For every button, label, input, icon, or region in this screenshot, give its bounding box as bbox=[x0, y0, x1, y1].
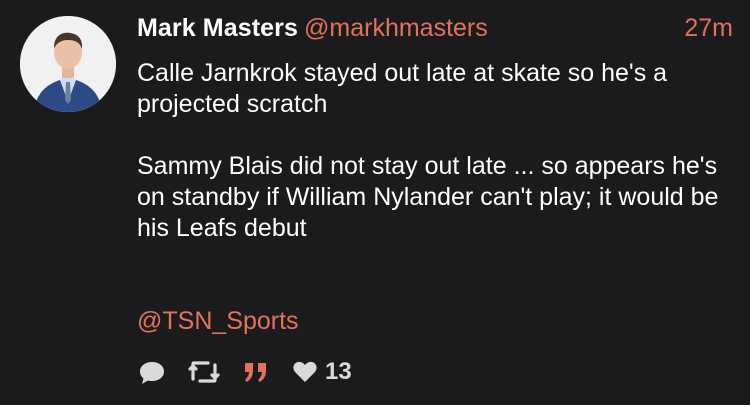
tweet-paragraph-2: Sammy Blais did not stay out late ... so… bbox=[137, 152, 719, 242]
like-button[interactable]: 13 bbox=[291, 358, 352, 386]
reply-button[interactable] bbox=[137, 357, 167, 387]
retweet-icon bbox=[187, 357, 221, 387]
tweet-actions: 13 bbox=[137, 356, 372, 388]
like-count: 13 bbox=[325, 358, 352, 385]
author-name[interactable]: Mark Masters bbox=[137, 14, 298, 42]
tweet-header: Mark Masters @markhmasters 27m bbox=[137, 14, 733, 48]
mention-link[interactable]: @TSN_Sports bbox=[137, 307, 299, 336]
tweet-paragraph-1: Calle Jarnkrok stayed out late at skate … bbox=[137, 59, 668, 118]
tweet-card: Mark Masters @markhmasters 27m Calle Jarn… bbox=[0, 0, 750, 405]
quote-button[interactable] bbox=[241, 357, 271, 387]
author-handle[interactable]: @markhmasters bbox=[304, 14, 488, 42]
quote-icon bbox=[241, 357, 271, 387]
heart-icon bbox=[291, 358, 319, 386]
tweet-text: Calle Jarnkrok stayed out late at skate … bbox=[137, 58, 735, 244]
tweet-timestamp[interactable]: 27m bbox=[684, 14, 733, 43]
avatar[interactable] bbox=[20, 16, 116, 112]
reply-icon bbox=[137, 357, 167, 387]
retweet-button[interactable] bbox=[187, 357, 221, 387]
